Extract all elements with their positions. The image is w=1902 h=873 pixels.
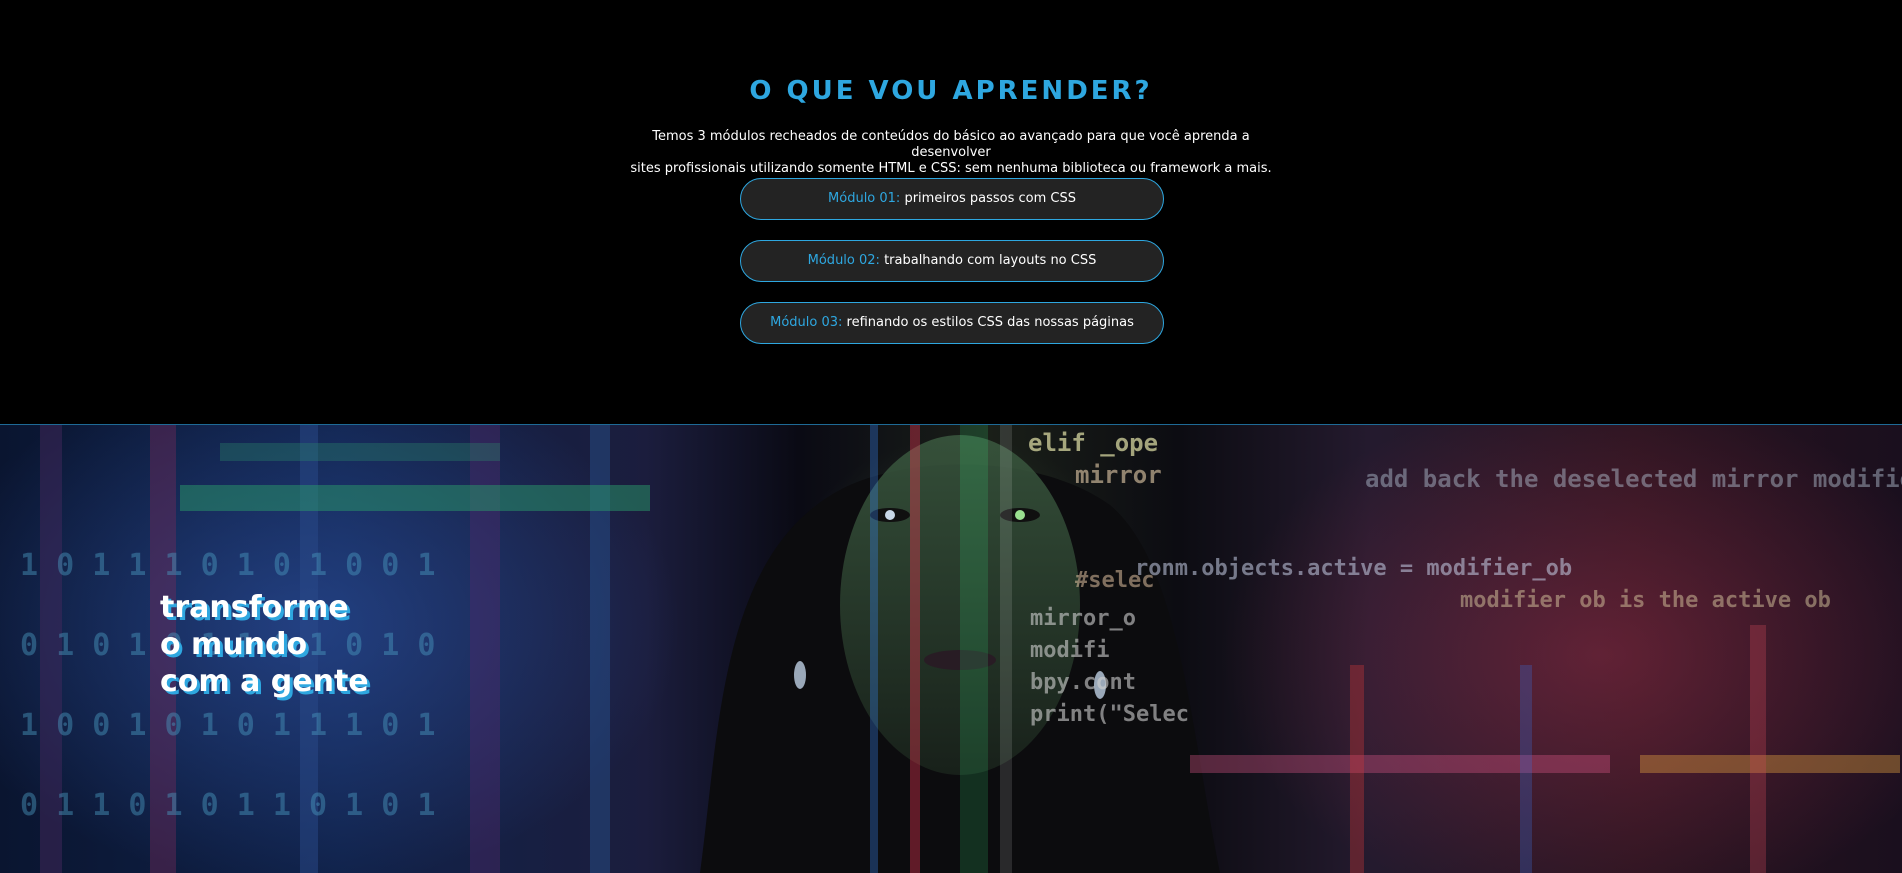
- module-03-button[interactable]: Módulo 03: refinando os estilos CSS das …: [740, 302, 1164, 344]
- code-snippet-4: ronm.objects.active = modifier_ob: [1135, 556, 1572, 581]
- code-snippet-8: bpy.cont: [1030, 670, 1136, 695]
- module-02-label: Módulo 02:: [807, 253, 880, 268]
- section-description: Temos 3 módulos recheados de conteúdos d…: [626, 129, 1276, 177]
- learn-section: O QUE VOU APRENDER? Temos 3 módulos rech…: [0, 0, 1902, 425]
- module-02-title: trabalhando com layouts no CSS: [884, 253, 1097, 268]
- code-snippet-2: mirror: [1075, 461, 1162, 489]
- module-02-button[interactable]: Módulo 02: trabalhando com layouts no CS…: [740, 240, 1164, 282]
- module-03-label: Módulo 03:: [770, 315, 843, 330]
- code-snippet-9: print("Selec: [1030, 702, 1189, 727]
- code-snippet-1: elif _ope: [1028, 429, 1158, 457]
- svg-text:1 0 1 1 1 0 1 0 1 0 0 1: 1 0 1 1 1 0 1 0 1 0 0 1: [20, 548, 435, 583]
- description-line-1: Temos 3 módulos recheados de conteúdos d…: [652, 129, 1250, 160]
- svg-text:1 0 0 1 0 1 0 1 1 1 0 1: 1 0 0 1 0 1 0 1 1 1 0 1: [20, 708, 435, 743]
- hero-line-1: transforme: [160, 590, 349, 625]
- module-01-button[interactable]: Módulo 01: primeiros passos com CSS: [740, 178, 1164, 220]
- module-01-title: primeiros passos com CSS: [904, 191, 1076, 206]
- hero-line-3: com a gente: [160, 664, 369, 699]
- section-title: O QUE VOU APRENDER?: [749, 76, 1153, 106]
- code-snippet-5: modifier ob is the active ob: [1460, 588, 1831, 613]
- svg-text:0 1 1 0 1 0 1 1 0 1 0 1: 0 1 1 0 1 0 1 1 0 1 0 1: [20, 788, 435, 823]
- hero-headline: transforme o mundo com a gente: [160, 589, 369, 700]
- code-snippet-7: modifi: [1030, 638, 1109, 663]
- hero-line-2: o mundo: [160, 627, 308, 662]
- code-snippet-6: mirror_o: [1030, 606, 1136, 631]
- module-03-title: refinando os estilos CSS das nossas pági…: [846, 315, 1134, 330]
- hero-banner: 1 0 1 1 1 0 1 0 1 0 0 1 0 1 0 1 0 1 1 0 …: [0, 425, 1902, 873]
- code-snippet-10: #selec: [1075, 568, 1154, 593]
- module-01-label: Módulo 01:: [828, 191, 901, 206]
- description-line-2: sites profissionais utilizando somente H…: [630, 161, 1272, 176]
- code-snippet-3: add back the deselected mirror modifier …: [1365, 465, 1902, 493]
